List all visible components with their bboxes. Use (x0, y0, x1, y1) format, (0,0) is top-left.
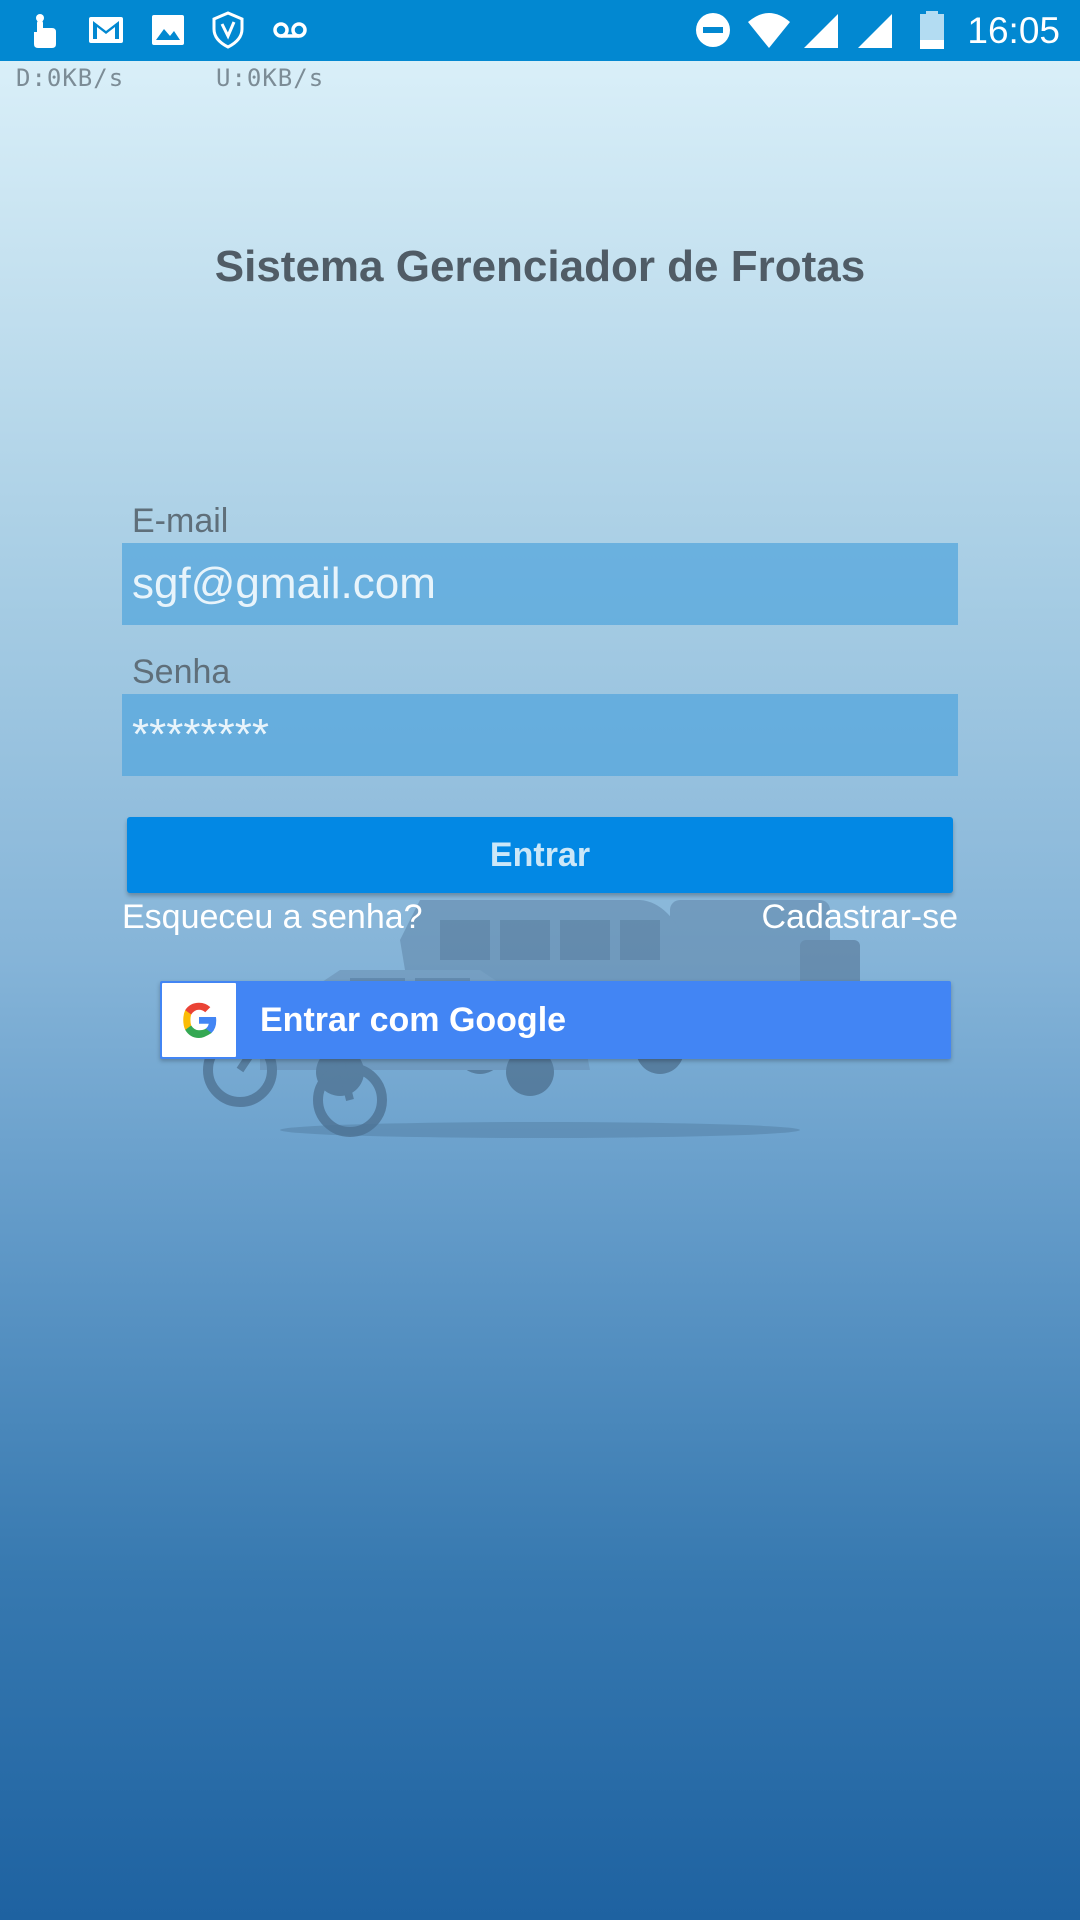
password-label: Senha (132, 653, 231, 691)
touch-icon (34, 14, 56, 48)
download-speed: D:0KB/s (16, 64, 125, 92)
google-signin-button[interactable]: Entrar com Google (160, 981, 951, 1059)
signal-icon-2 (858, 14, 892, 48)
shield-icon (212, 11, 244, 49)
clock: 16:05 (967, 10, 1060, 51)
signal-icon (804, 14, 838, 48)
google-logo-box (162, 983, 236, 1057)
login-button[interactable]: Entrar (127, 817, 953, 893)
page-title: Sistema Gerenciador de Frotas (214, 242, 866, 291)
do-not-disturb-icon (696, 13, 730, 47)
image-icon (152, 15, 184, 45)
password-field[interactable]: ******** (122, 694, 958, 776)
upload-speed: U:0KB/s (216, 64, 325, 92)
email-label: E-mail (132, 502, 229, 540)
gmail-icon (89, 17, 123, 43)
email-field[interactable]: sgf@gmail.com (122, 543, 958, 625)
status-bar: 16:05 (0, 0, 1080, 61)
voicemail-icon (273, 22, 307, 38)
forgot-password-link[interactable]: Esqueceu a senha? (122, 898, 423, 937)
google-signin-label: Entrar com Google (260, 1001, 567, 1039)
wifi-icon (748, 13, 790, 48)
google-g-icon (183, 1002, 217, 1038)
battery-icon (920, 11, 944, 49)
register-link[interactable]: Cadastrar-se (761, 898, 958, 937)
